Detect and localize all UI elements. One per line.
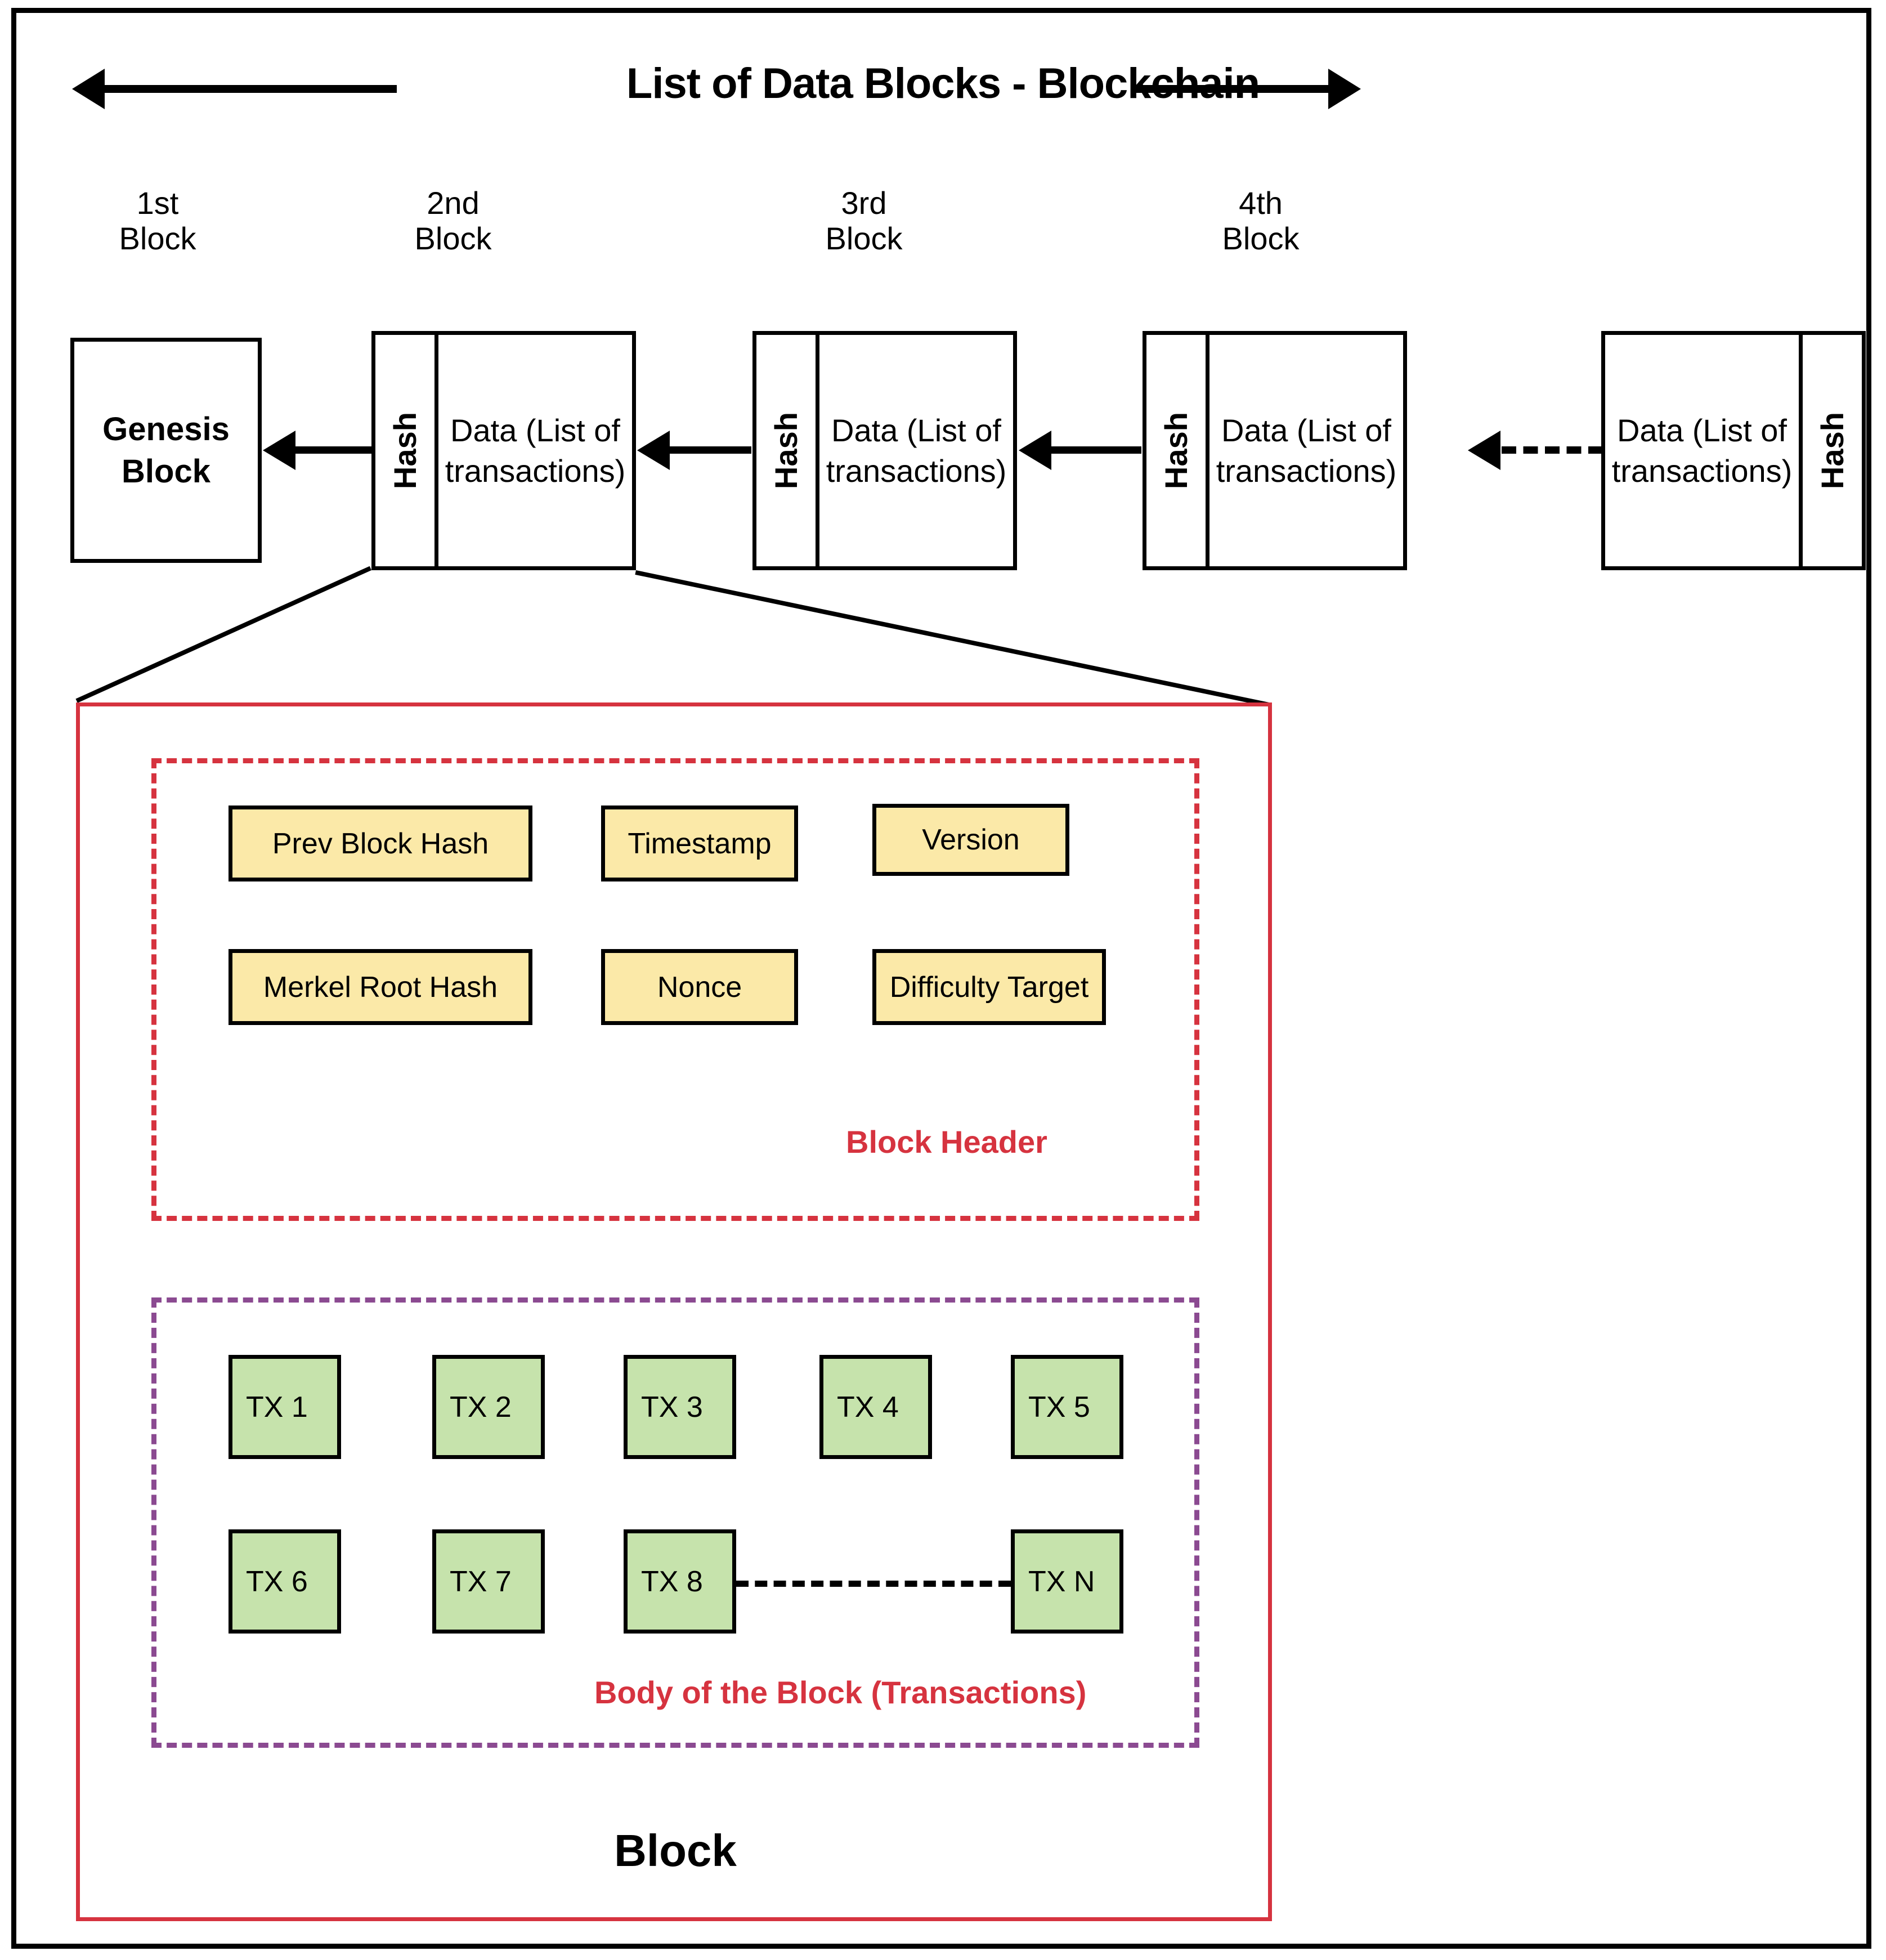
field-difficulty-target-label: Difficulty Target <box>889 970 1089 1004</box>
hash-cell-2: Hash <box>375 335 438 566</box>
field-prev-block-hash-label: Prev Block Hash <box>272 827 489 860</box>
hash-label-4: Hash <box>1158 412 1194 489</box>
transaction-tx-3-label: TX 3 <box>641 1390 703 1424</box>
transaction-tx-8[interactable]: TX 8 <box>624 1529 736 1634</box>
genesis-block-label: Genesis Block <box>102 410 230 490</box>
ordinal-noun-4: Block <box>1222 220 1300 256</box>
transaction-tx-7[interactable]: TX 7 <box>432 1529 545 1634</box>
transaction-tx-5[interactable]: TX 5 <box>1011 1355 1123 1459</box>
chain-block-last[interactable]: Data (List of transactions) Hash <box>1601 331 1866 570</box>
ordinal-label-3: 3rd Block <box>780 185 948 256</box>
field-prev-block-hash[interactable]: Prev Block Hash <box>229 806 532 881</box>
chain-block-3[interactable]: Hash Data (List of transactions) <box>752 331 1017 570</box>
field-version[interactable]: Version <box>872 804 1069 876</box>
block-body-label: Body of the Block (Transactions) <box>594 1675 1087 1710</box>
hash-cell-last: Hash <box>1799 335 1862 566</box>
page-title: List of Data Blocks - Blockchain <box>626 60 1260 108</box>
ordinal-number-4: 4th <box>1239 185 1283 221</box>
field-timestamp-label: Timestamp <box>628 827 772 860</box>
block-header-region: Prev Block Hash Timestamp Version Merkel… <box>151 758 1199 1221</box>
field-version-label: Version <box>922 824 1020 856</box>
transaction-tx-n[interactable]: TX N <box>1011 1529 1123 1634</box>
chain-block-4[interactable]: Hash Data (List of transactions) <box>1143 331 1407 570</box>
ordinal-number-3: 3rd <box>841 185 887 221</box>
chain-arrow-line-1 <box>295 446 371 454</box>
field-nonce[interactable]: Nonce <box>601 949 798 1025</box>
ordinal-noun-3: Block <box>825 220 903 256</box>
transaction-tx-8-label: TX 8 <box>641 1565 703 1598</box>
ordinal-label-1: 1st Block <box>73 185 242 256</box>
field-nonce-label: Nonce <box>657 970 742 1004</box>
chain-arrowhead-3 <box>1019 431 1051 470</box>
transaction-tx-2[interactable]: TX 2 <box>432 1355 545 1459</box>
field-merkel-root-hash[interactable]: Merkel Root Hash <box>229 949 532 1025</box>
transaction-tx-6[interactable]: TX 6 <box>229 1529 341 1634</box>
transaction-tx-4[interactable]: TX 4 <box>819 1355 932 1459</box>
chain-arrowhead-2 <box>637 431 670 470</box>
block-caption: Block <box>614 1825 737 1876</box>
ordinal-noun-2: Block <box>414 220 492 256</box>
title-right-rule <box>1134 85 1328 93</box>
block-detail-container: Prev Block Hash Timestamp Version Merkel… <box>76 702 1272 1921</box>
ordinal-label-4: 4th Block <box>1176 185 1345 256</box>
hash-label-last: Hash <box>1815 412 1850 489</box>
transaction-tx-5-label: TX 5 <box>1028 1390 1090 1424</box>
transaction-tx-6-label: TX 6 <box>246 1565 308 1598</box>
field-merkel-root-hash-label: Merkel Root Hash <box>263 970 498 1004</box>
ordinal-label-2: 2nd Block <box>369 185 537 256</box>
transaction-tx-2-label: TX 2 <box>450 1390 512 1424</box>
chain-arrow-line-3 <box>1051 446 1141 454</box>
chain-arrow-line-2 <box>670 446 751 454</box>
data-cell-2: Data (List of transactions) <box>445 412 626 489</box>
transaction-tx-1[interactable]: TX 1 <box>229 1355 341 1459</box>
block-header-label: Block Header <box>846 1124 1047 1160</box>
hash-label-3: Hash <box>768 412 804 489</box>
transaction-tx-1-label: TX 1 <box>246 1390 308 1424</box>
ordinal-noun-1: Block <box>119 220 196 256</box>
chain-block-genesis[interactable]: Genesis Block <box>70 338 262 563</box>
data-cell-last: Data (List of transactions) <box>1611 412 1793 489</box>
field-timestamp[interactable]: Timestamp <box>601 806 798 881</box>
chain-arrowhead-dashed <box>1468 431 1500 470</box>
hash-cell-4: Hash <box>1146 335 1209 566</box>
transaction-tx-7-label: TX 7 <box>450 1565 512 1598</box>
chain-arrow-line-dashed <box>1502 446 1603 454</box>
chain-block-2[interactable]: Hash Data (List of transactions) <box>371 331 636 570</box>
transaction-ellipsis-connector <box>736 1581 1011 1587</box>
hash-cell-3: Hash <box>756 335 819 566</box>
data-cell-3: Data (List of transactions) <box>826 412 1007 489</box>
ordinal-number-1: 1st <box>136 185 179 221</box>
arrow-right-icon <box>1328 69 1361 109</box>
chain-arrowhead-1 <box>263 431 295 470</box>
data-cell-4: Data (List of transactions) <box>1216 412 1397 489</box>
transaction-tx-4-label: TX 4 <box>837 1390 899 1424</box>
ordinal-number-2: 2nd <box>427 185 480 221</box>
transaction-tx-3[interactable]: TX 3 <box>624 1355 736 1459</box>
transaction-tx-n-label: TX N <box>1028 1565 1095 1598</box>
diagram-canvas: List of Data Blocks - Blockchain 1st Blo… <box>0 0 1886 1960</box>
hash-label-2: Hash <box>387 412 423 489</box>
block-body-region: TX 1 TX 2 TX 3 TX 4 TX 5 TX 6 TX 7 TX 8 … <box>151 1297 1199 1748</box>
field-difficulty-target[interactable]: Difficulty Target <box>872 949 1106 1025</box>
